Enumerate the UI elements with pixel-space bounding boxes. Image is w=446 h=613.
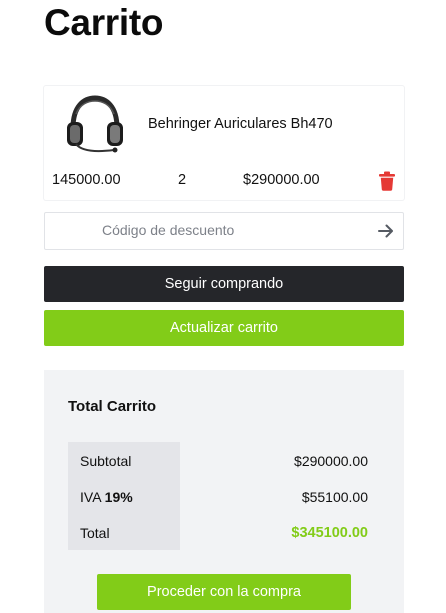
- iva-value: $55100.00: [301, 489, 368, 505]
- cart-totals-panel: Total Carrito Subtotal $290000.00 IVA 19…: [44, 370, 404, 613]
- subtotal-label: Subtotal: [80, 453, 132, 469]
- coupon-field: [44, 212, 404, 250]
- totals-title: Total Carrito: [68, 398, 157, 415]
- cart-item-card: Behringer Auriculares Bh470 145000.00 2 …: [44, 86, 404, 200]
- page-title: Carrito: [44, 2, 164, 43]
- item-price: 145000.00: [52, 172, 121, 188]
- coupon-input[interactable]: [46, 214, 366, 246]
- item-subtotal: $290000.00: [243, 172, 320, 188]
- headphones-image: [67, 95, 123, 153]
- continue-shopping-button[interactable]: Seguir comprando: [44, 266, 404, 302]
- subtotal-row: Subtotal $290000.00: [68, 442, 368, 478]
- iva-percent: 19%: [104, 489, 133, 505]
- cart-item-row: 145000.00 2 $290000.00: [44, 171, 404, 192]
- total-label: Total: [80, 525, 110, 541]
- trash-icon[interactable]: [378, 171, 396, 191]
- total-value: $345100.00: [291, 525, 368, 541]
- product-name[interactable]: Behringer Auriculares Bh470: [148, 116, 333, 132]
- iva-label: IVA: [80, 489, 101, 505]
- update-cart-button[interactable]: Actualizar carrito: [44, 310, 404, 346]
- iva-label-group: IVA 19%: [80, 489, 133, 505]
- iva-row: IVA 19% $55100.00: [68, 478, 368, 514]
- item-quantity[interactable]: 2: [178, 172, 186, 188]
- arrow-right-icon[interactable]: [378, 223, 394, 239]
- subtotal-value: $290000.00: [294, 453, 368, 469]
- checkout-button[interactable]: Proceder con la compra: [97, 574, 351, 610]
- total-row: Total $345100.00: [68, 514, 368, 550]
